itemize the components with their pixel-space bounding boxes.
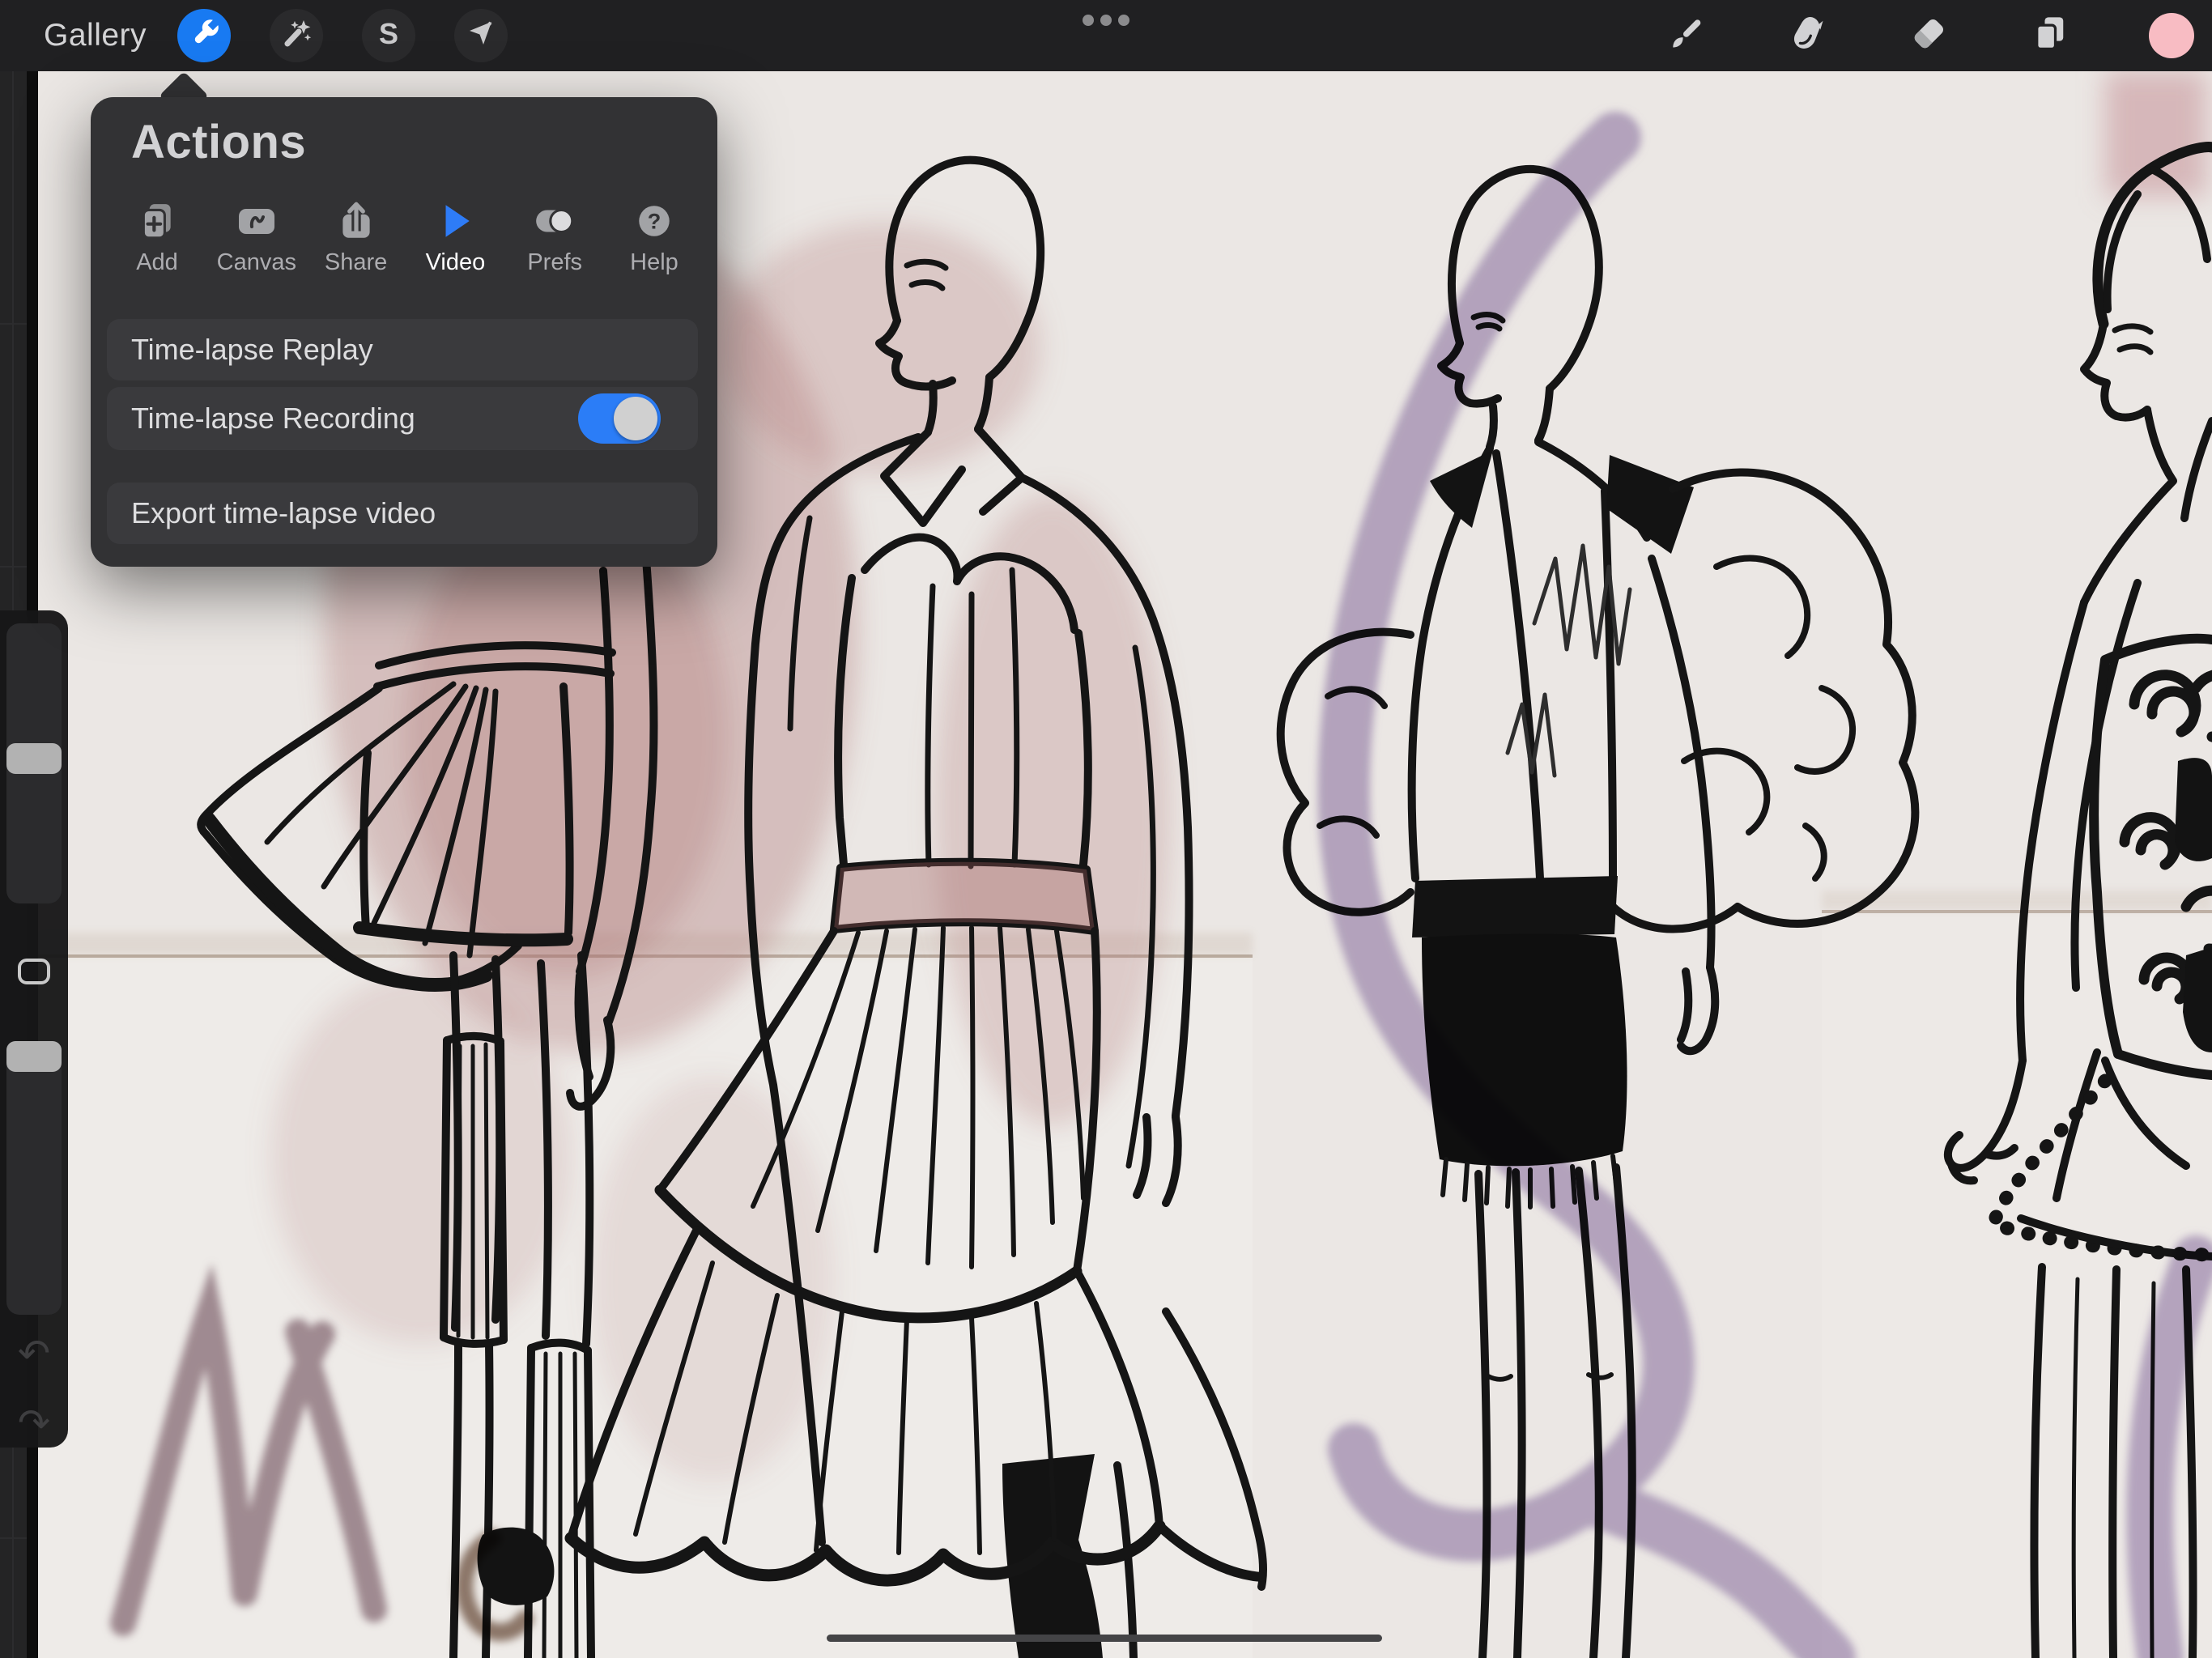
erase-button[interactable] [1905,12,1952,59]
magic-wand-icon [277,15,316,57]
actions-popover: Actions Add [91,97,717,567]
redo-button[interactable]: ↷ [0,1399,68,1448]
left-tool-group: S [177,9,508,62]
transform-button[interactable] [454,9,508,62]
video-play-icon [435,196,475,246]
eraser-icon [1908,13,1950,59]
timelapse-replay-row[interactable]: Time-lapse Replay [107,319,698,380]
popover-title: Actions [131,115,306,169]
opacity-slider[interactable] [6,1041,62,1315]
brush-size-handle[interactable] [6,743,62,774]
layers-icon [2029,13,2071,59]
modify-square-icon [15,955,53,988]
toggle-knob [614,397,657,440]
help-icon: ? [634,196,674,246]
timelapse-recording-row: Time-lapse Recording [107,387,698,450]
canvas-icon [234,196,279,246]
tab-prefs[interactable]: Prefs [514,196,595,285]
brush-icon [1665,13,1707,59]
svg-text:?: ? [648,208,661,233]
adjustments-button[interactable] [270,9,323,62]
paint-button[interactable] [1662,12,1709,59]
share-icon [336,196,376,246]
smudge-finger-icon [1786,13,1828,59]
smudge-button[interactable] [1784,12,1831,59]
undo-button[interactable]: ↶ [0,1329,68,1378]
transform-arrow-icon [462,15,500,57]
redo-arrow-icon: ↷ [18,1401,50,1446]
modify-button[interactable] [15,954,53,989]
add-icon [137,196,177,246]
tab-label: Canvas [217,249,296,276]
brush-sidebar: ↶ ↷ [0,610,68,1448]
tab-add[interactable]: Add [117,196,198,285]
row-label: Time-lapse Recording [131,387,415,450]
prefs-toggle-icon [533,196,576,246]
tab-label: Prefs [527,249,582,276]
opacity-handle[interactable] [6,1041,62,1072]
ellipsis-drag-icon[interactable] [1083,15,1129,26]
selection-s-icon: S [369,15,408,57]
tab-video[interactable]: Video [415,196,496,285]
tab-help[interactable]: ? Help [614,196,695,285]
wrench-icon [185,15,223,57]
svg-text:S: S [379,17,398,50]
tab-canvas[interactable]: Canvas [216,196,297,285]
undo-arrow-icon: ↶ [18,1331,50,1376]
color-button[interactable] [2148,12,2195,59]
right-tool-group [1662,0,2195,71]
actions-button[interactable] [177,9,231,62]
color-swatch [2149,13,2194,58]
tab-label: Share [325,249,387,276]
tab-label: Help [630,249,678,276]
actions-tab-bar: Add Canvas [117,196,695,285]
tab-label: Video [426,249,486,276]
export-timelapse-row[interactable]: Export time-lapse video [107,483,698,544]
top-toolbar: Gallery [0,0,2212,71]
selection-button[interactable]: S [362,9,415,62]
timelapse-recording-toggle[interactable] [578,393,661,444]
layers-button[interactable] [2027,12,2074,59]
row-label: Export time-lapse video [131,483,436,544]
procreate-app-window: Gallery [0,0,2212,1658]
row-label: Time-lapse Replay [131,319,373,380]
gallery-button[interactable]: Gallery [44,18,147,53]
home-indicator[interactable] [827,1635,1382,1642]
tab-share[interactable]: Share [316,196,397,285]
tab-label: Add [136,249,178,276]
